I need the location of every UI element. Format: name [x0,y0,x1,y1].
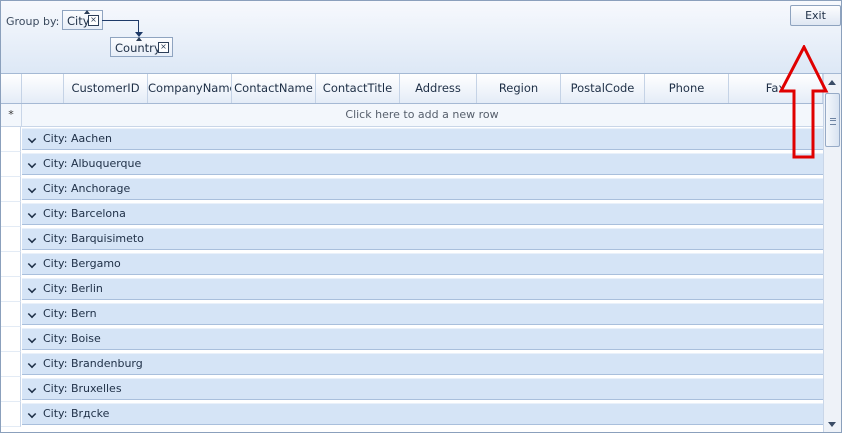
group-row-band[interactable]: City: Aachen [22,128,823,150]
group-row-label: City: Bergamo [43,257,121,270]
group-chip-country[interactable]: Country × [110,37,173,57]
group-row-band[interactable]: City: Anchorage [22,178,823,200]
row-indicator [1,152,21,177]
new-row-indicator-icon: * [1,104,22,126]
group-row[interactable]: City: Albuquerque [1,152,823,177]
row-indicator [1,202,21,227]
group-by-panel: Group by: City × Country × Exit [1,1,841,74]
group-row-band[interactable]: City: Brandenburg [22,353,823,375]
group-row[interactable]: City: Anchorage [1,177,823,202]
new-row[interactable]: * Click here to add a new row [1,104,823,127]
group-row[interactable]: City: Bern [1,302,823,327]
group-row-label: City: Albuquerque [43,157,142,170]
row-indicator [1,227,21,252]
scroll-up-icon[interactable] [828,80,836,85]
expand-chevron-icon[interactable] [27,334,37,344]
group-row-label: City: Barcelona [43,207,126,220]
grid-window: Group by: City × Country × Exit Customer… [0,0,842,433]
column-header-contacttitle[interactable]: ContactTitle [316,74,400,103]
row-indicator-header [1,74,22,103]
expand-chevron-icon[interactable] [27,284,37,294]
group-row-band[interactable]: City: Albuquerque [22,153,823,175]
group-row[interactable]: City: Brдcke [1,402,823,427]
group-row-label: City: Bruxelles [43,382,122,395]
expand-chevron-icon[interactable] [27,384,37,394]
group-row-band[interactable]: City: Barcelona [22,203,823,225]
row-indicator [1,377,21,402]
group-row-label: City: Berlin [43,282,103,295]
expand-chevron-icon[interactable] [27,184,37,194]
group-row-label: City: Anchorage [43,182,131,195]
group-row-label: City: Barquisimeto [43,232,144,245]
group-row-label: City: Bern [43,307,97,320]
group-row-band[interactable]: City: Berlin [22,278,823,300]
column-header-contactname[interactable]: ContactName [232,74,316,103]
column-header-phone[interactable]: Phone [645,74,729,103]
scroll-down-icon[interactable] [828,422,836,427]
row-indicator [1,352,21,377]
expand-chevron-icon[interactable] [27,309,37,319]
group-row[interactable]: City: Aachen [1,127,823,152]
group-rows: City: Aachen City: Albuquerque City: Ancho… [1,127,823,427]
column-header-region[interactable]: Region [477,74,561,103]
group-row-label: City: Boise [43,332,101,345]
group-row-band[interactable]: City: Bergamo [22,253,823,275]
group-row-band[interactable]: City: Barquisimeto [22,228,823,250]
column-header-postalcode[interactable]: PostalCode [561,74,645,103]
group-row-band[interactable]: City: Brдcke [22,403,823,425]
row-indicator [1,402,21,427]
remove-group-icon[interactable]: × [158,42,169,53]
group-row[interactable]: City: Barcelona [1,202,823,227]
group-indent-header [22,74,64,103]
expand-chevron-icon[interactable] [27,259,37,269]
row-indicator [1,252,21,277]
group-connector-line [102,20,139,21]
sort-ascending-icon [84,10,90,14]
column-header-row: CustomerID CompanyName ContactName Conta… [1,74,823,104]
group-row[interactable]: City: Bergamo [1,252,823,277]
row-indicator [1,127,21,152]
group-row[interactable]: City: Boise [1,327,823,352]
row-indicator [1,302,21,327]
row-indicator [1,327,21,352]
group-chip-city[interactable]: City × [62,10,103,30]
group-row-band[interactable]: City: Boise [22,328,823,350]
expand-chevron-icon[interactable] [27,209,37,219]
remove-group-icon[interactable]: × [88,15,99,26]
group-by-label: Group by: [6,15,60,28]
column-header-address[interactable]: Address [400,74,477,103]
group-chip-label: City [67,14,90,28]
group-row-band[interactable]: City: Bruxelles [22,378,823,400]
group-row[interactable]: City: Brandenburg [1,352,823,377]
row-indicator [1,277,21,302]
expand-chevron-icon[interactable] [27,359,37,369]
exit-button[interactable]: Exit [790,5,841,26]
group-row-label: City: Brandenburg [43,357,143,370]
group-row[interactable]: City: Barquisimeto [1,227,823,252]
row-indicator [1,177,21,202]
grip-icon [830,118,836,125]
group-row-label: City: Brдcke [43,407,110,420]
group-row[interactable]: City: Bruxelles [1,377,823,402]
expand-chevron-icon[interactable] [27,159,37,169]
column-header-customerid[interactable]: CustomerID [64,74,148,103]
expand-chevron-icon[interactable] [27,134,37,144]
group-chip-label: Country [115,41,161,55]
column-header-companyname[interactable]: CompanyName [148,74,232,103]
group-row-label: City: Aachen [43,132,112,145]
sort-ascending-icon [136,37,142,41]
group-row-band[interactable]: City: Bern [22,303,823,325]
expand-chevron-icon[interactable] [27,234,37,244]
up-arrow-icon [779,45,829,159]
group-row[interactable]: City: Berlin [1,277,823,302]
expand-chevron-icon[interactable] [27,409,37,419]
new-row-prompt[interactable]: Click here to add a new row [21,104,823,126]
